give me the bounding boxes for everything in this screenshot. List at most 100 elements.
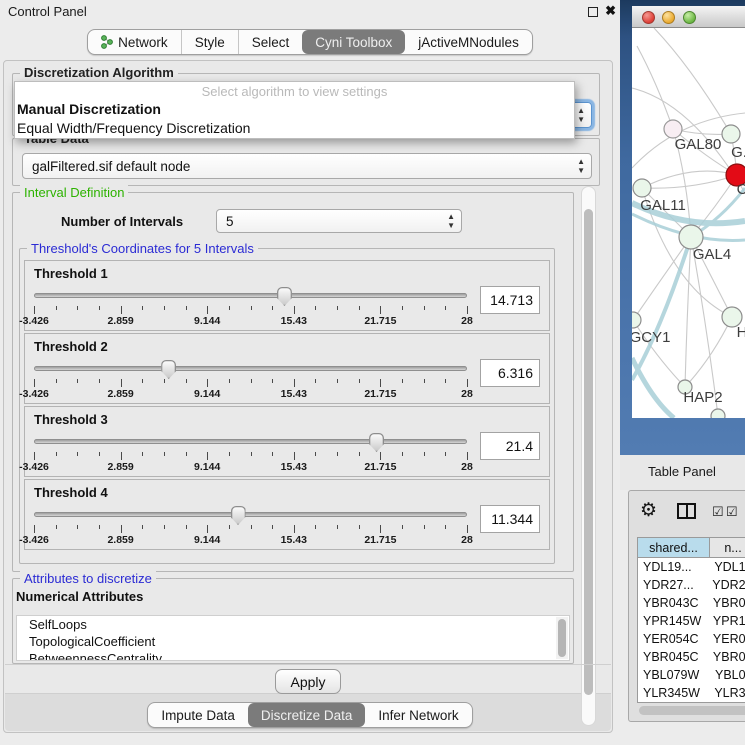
table-row[interactable]: YBR043CYBR0... — [638, 594, 745, 612]
cell-name[interactable]: YER0... — [707, 630, 745, 648]
scrollbar-thumb[interactable] — [639, 706, 745, 715]
checkbox-icon[interactable]: ☑ — [726, 504, 738, 520]
tick-mark — [186, 379, 187, 383]
tick-mark — [164, 306, 165, 310]
tab-cyni-toolbox[interactable]: Cyni Toolbox — [302, 30, 405, 54]
close-icon[interactable]: ✖ — [605, 3, 616, 19]
cell-name[interactable]: YBR0... — [707, 648, 745, 666]
table-row[interactable]: YPR145WYPR1... — [638, 612, 745, 630]
tick-mark — [99, 306, 100, 310]
slider-track[interactable] — [34, 512, 467, 517]
interval-definition-box: Interval Definition Number of Intervals … — [12, 192, 574, 572]
float-window-icon[interactable] — [588, 7, 598, 17]
content-scrollbar[interactable] — [581, 186, 596, 726]
table-row[interactable]: YDL19...YDL1... — [638, 558, 745, 576]
cell-name[interactable]: YBR0... — [707, 594, 745, 612]
cell-shared-name[interactable]: YLR345W — [638, 684, 708, 702]
tick-label: 9.144 — [194, 388, 220, 400]
cell-shared-name[interactable]: YBL079W — [638, 666, 709, 684]
settings-gear-icon[interactable]: ⚙ — [640, 499, 657, 522]
slider-thumb[interactable] — [277, 287, 292, 306]
cell-shared-name[interactable]: YDL19... — [638, 558, 708, 576]
cell-name[interactable]: YPR1... — [707, 612, 745, 630]
network-node[interactable] — [711, 409, 725, 418]
zoom-traffic-light-icon[interactable] — [683, 11, 696, 24]
attribute-list-item[interactable]: TopologicalCoefficient — [17, 633, 569, 650]
cell-name[interactable]: YDL1... — [708, 558, 745, 576]
table-row[interactable]: YER054CYER0... — [638, 630, 745, 648]
node-attribute-table[interactable]: shared... n... YDL19...YDL1...YDR27...YD… — [637, 537, 745, 703]
network-node[interactable] — [633, 179, 651, 197]
split-table-icon[interactable] — [677, 503, 696, 519]
threshold-slider[interactable]: -3.4262.8599.14415.4321.71528 — [34, 503, 467, 547]
slider-track[interactable] — [34, 293, 467, 298]
checkbox-icon[interactable]: ☑ — [712, 504, 724, 520]
network-window-titlebar — [632, 6, 745, 28]
algorithm-option[interactable]: Equal Width/Frequency Discretization — [15, 119, 574, 138]
tick-mark — [294, 452, 295, 460]
column-header-shared[interactable]: shared... — [638, 538, 710, 557]
tick-mark — [337, 452, 338, 456]
cell-shared-name[interactable]: YDR27... — [638, 576, 706, 594]
column-header-name[interactable]: n... — [710, 538, 745, 557]
table-data-combobox[interactable]: galFiltered.sif default node ▲▼ — [22, 153, 592, 179]
cell-shared-name[interactable]: YIL052C — [638, 702, 710, 703]
cell-name[interactable]: YLR3... — [708, 684, 745, 702]
network-node[interactable] — [722, 125, 740, 143]
threshold-value-field[interactable]: 6.316 — [480, 359, 540, 387]
threshold-slider[interactable]: -3.4262.8599.14415.4321.71528 — [34, 430, 467, 474]
slider-thumb[interactable] — [161, 360, 176, 379]
attributes-scrollbar[interactable] — [556, 617, 568, 659]
threshold-value-field[interactable]: 14.713 — [480, 286, 540, 314]
number-of-intervals-combobox[interactable]: 5 ▲▼ — [216, 209, 462, 233]
tab-discretize-data[interactable]: Discretize Data — [248, 703, 366, 727]
apply-button[interactable]: Apply — [275, 669, 341, 694]
tab-label: Infer Network — [378, 708, 458, 723]
table-row[interactable]: YBL079WYBL0... — [638, 666, 745, 684]
cell-shared-name[interactable]: YER054C — [638, 630, 707, 648]
slider-track[interactable] — [34, 439, 467, 444]
table-row[interactable]: YDR27...YDR2... — [638, 576, 745, 594]
tick-mark — [207, 306, 208, 314]
scrollbar-thumb[interactable] — [584, 209, 593, 695]
tab-impute-data[interactable]: Impute Data — [148, 703, 248, 727]
tab-select[interactable]: Select — [238, 30, 303, 54]
slider-thumb[interactable] — [231, 506, 246, 525]
slider-thumb[interactable] — [369, 433, 384, 452]
table-row[interactable]: YBR045CYBR0... — [638, 648, 745, 666]
tick-mark — [315, 452, 316, 456]
cell-name[interactable]: YBL0... — [709, 666, 745, 684]
cell-name[interactable]: YIL0... — [710, 702, 745, 703]
network-view-canvas[interactable]: GAL80G.CGAL11GAL4GCY1HHAP2 — [632, 28, 745, 418]
table-row[interactable]: YIL052CYIL0... — [638, 702, 745, 703]
algorithm-option[interactable]: Manual Discretization — [15, 100, 574, 119]
cell-shared-name[interactable]: YPR145W — [638, 612, 707, 630]
tick-mark — [77, 525, 78, 529]
cell-shared-name[interactable]: YBR043C — [638, 594, 707, 612]
tab-jactivemnodules[interactable]: jActiveMNodules — [405, 30, 532, 54]
cell-name[interactable]: YDR2... — [706, 576, 745, 594]
tick-mark — [186, 452, 187, 456]
numerical-attributes-label: Numerical Attributes — [16, 589, 143, 604]
slider-track[interactable] — [34, 366, 467, 371]
scrollbar-thumb[interactable] — [558, 619, 566, 657]
attribute-list-item[interactable]: SelfLoops — [17, 616, 569, 633]
tick-mark — [229, 379, 230, 383]
cell-shared-name[interactable]: YBR045C — [638, 648, 707, 666]
network-node[interactable] — [632, 312, 641, 328]
close-traffic-light-icon[interactable] — [642, 11, 655, 24]
tick-label: 28 — [461, 315, 473, 327]
tab-style[interactable]: Style — [181, 30, 238, 54]
threshold-slider[interactable]: -3.4262.8599.14415.4321.71528 — [34, 357, 467, 401]
table-hscrollbar[interactable] — [637, 705, 745, 716]
tab-infer-network[interactable]: Infer Network — [365, 703, 471, 727]
table-row[interactable]: YLR345WYLR3... — [638, 684, 745, 702]
tab-network[interactable]: Network — [88, 30, 181, 54]
threshold-value-field[interactable]: 11.344 — [480, 505, 540, 533]
tick-mark — [121, 525, 122, 533]
attribute-list-item[interactable]: BetweennessCentrality — [17, 650, 569, 661]
threshold-slider[interactable]: -3.4262.8599.14415.4321.71528 — [34, 284, 467, 328]
node-label: H — [737, 324, 745, 341]
threshold-value-field[interactable]: 21.4 — [480, 432, 540, 460]
minimize-traffic-light-icon[interactable] — [662, 11, 675, 24]
